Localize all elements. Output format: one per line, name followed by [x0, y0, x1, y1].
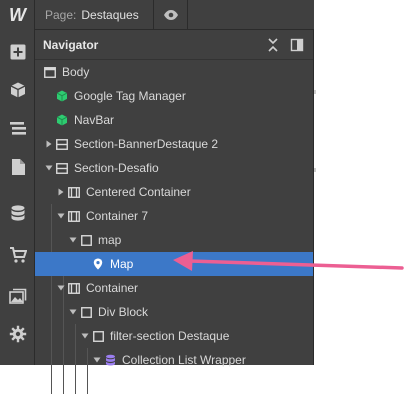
- annotation-arrow: [173, 251, 404, 271]
